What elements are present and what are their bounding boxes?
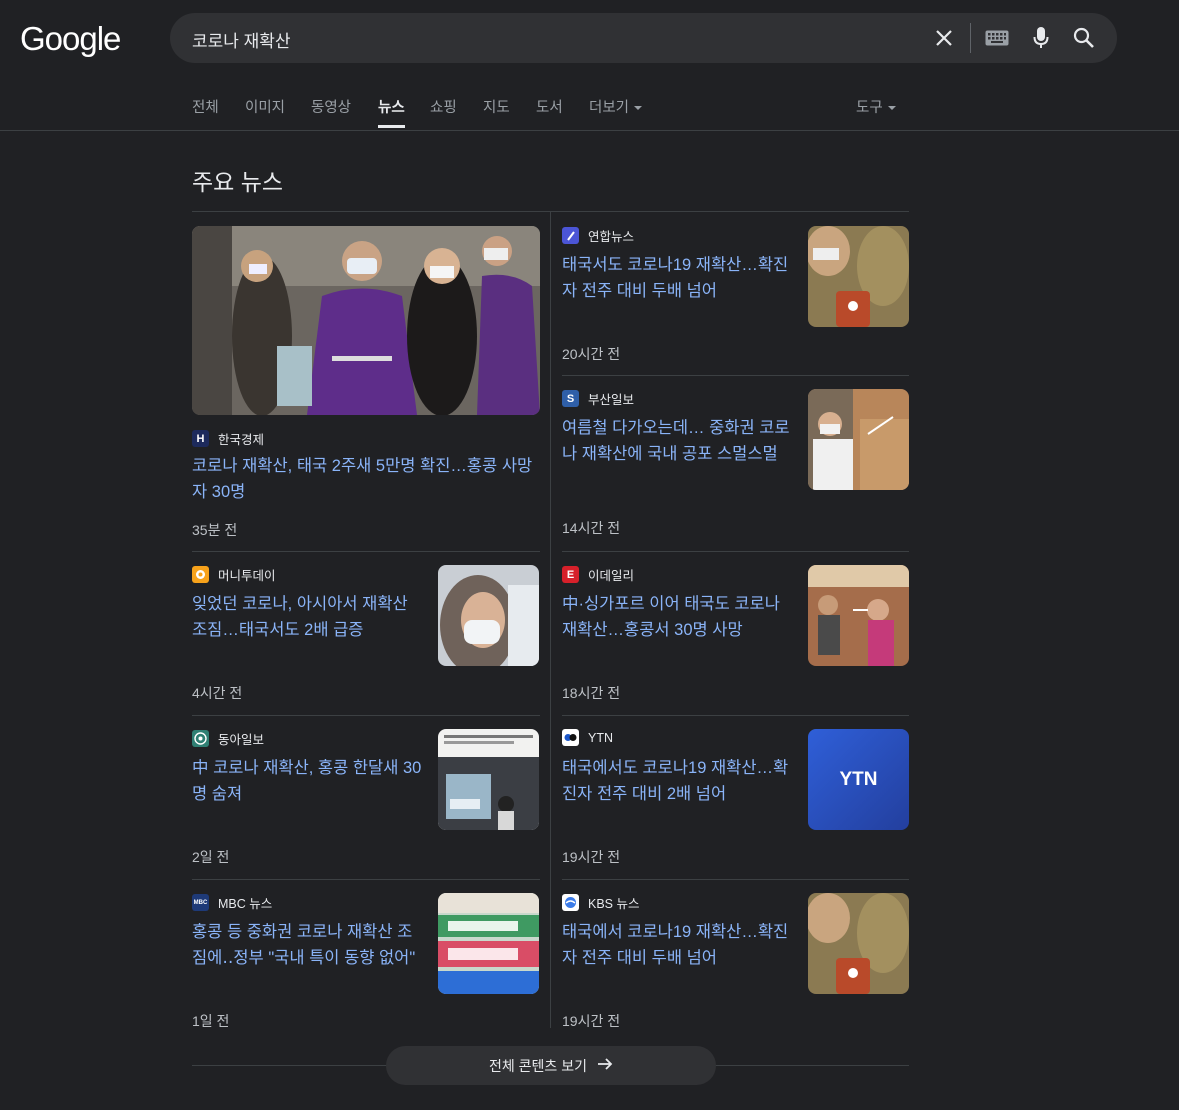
ytn-thumb-logo: YTN bbox=[839, 768, 878, 790]
featured-thumbnail[interactable] bbox=[192, 226, 540, 415]
source-name: 머니투데이 bbox=[218, 569, 276, 583]
row-divider bbox=[192, 551, 540, 552]
source-name: MBC 뉴스 bbox=[218, 897, 273, 911]
edaily-favicon: E bbox=[562, 566, 579, 583]
article-headline[interactable]: 中·싱가포르 이어 태국도 코로나 재확산…홍콩서 30명 사망 bbox=[562, 591, 794, 643]
clear-icon[interactable] bbox=[930, 24, 958, 52]
article-thumbnail[interactable] bbox=[438, 565, 539, 666]
article-thumbnail[interactable] bbox=[808, 565, 909, 666]
row-divider bbox=[562, 879, 909, 880]
article-card[interactable]: 동아일보 中 코로나 재확산, 홍콩 한달새 30명 숨져 2일 전 bbox=[192, 729, 540, 869]
article-time: 19시간 전 bbox=[562, 849, 621, 865]
article-card[interactable]: S 부산일보 여름철 다가오는데… 중화권 코로나 재확산에 국내 공포 스멀스… bbox=[562, 389, 909, 539]
section-title: 주요 뉴스 bbox=[192, 169, 284, 195]
source-name: YTN bbox=[588, 730, 613, 745]
source-name: 한국경제 bbox=[218, 433, 265, 447]
tab-more[interactable]: 더보기 bbox=[589, 96, 643, 117]
row-divider bbox=[192, 715, 540, 716]
article-thumbnail[interactable]: YTN bbox=[808, 729, 909, 830]
article-headline[interactable]: 中 코로나 재확산, 홍콩 한달새 30명 숨져 bbox=[192, 755, 432, 807]
article-thumbnail[interactable] bbox=[808, 893, 909, 994]
tools-button[interactable]: 도구 bbox=[856, 96, 896, 117]
mic-icon[interactable] bbox=[1027, 24, 1055, 52]
tabs-divider bbox=[0, 130, 1179, 131]
source-name: 연합뉴스 bbox=[588, 230, 635, 244]
moneytoday-favicon bbox=[192, 566, 209, 583]
article-time: 18시간 전 bbox=[562, 685, 621, 701]
article-source: MBC MBC 뉴스 bbox=[192, 893, 272, 912]
view-all-button[interactable]: 전체 콘텐츠 보기 bbox=[386, 1046, 716, 1085]
article-time: 20시간 전 bbox=[562, 346, 621, 362]
article-thumbnail[interactable] bbox=[808, 389, 909, 490]
kbs-favicon bbox=[562, 894, 579, 911]
row-divider bbox=[562, 551, 909, 552]
ytn-favicon bbox=[562, 729, 579, 746]
chevron-down-icon bbox=[634, 106, 643, 111]
article-card[interactable]: 머니투데이 잊었던 코로나, 아시아서 재확산 조짐…태국서도 2배 급증 4시… bbox=[192, 565, 540, 705]
view-all-label: 전체 콘텐츠 보기 bbox=[489, 1057, 587, 1074]
column-divider bbox=[550, 212, 551, 1028]
row-divider bbox=[562, 375, 909, 376]
tab-more-label: 더보기 bbox=[589, 100, 630, 116]
source-name: KBS 뉴스 bbox=[588, 897, 640, 911]
article-card[interactable]: 연합뉴스 태국서도 코로나19 재확산…확진자 전주 대비 두배 넘어 20시간… bbox=[562, 226, 909, 366]
search-icon[interactable] bbox=[1070, 24, 1098, 52]
tab-news[interactable]: 뉴스 bbox=[378, 96, 405, 128]
article-headline[interactable]: 태국서도 코로나19 재확산…확진자 전주 대비 두배 넘어 bbox=[562, 252, 794, 304]
article-thumbnail[interactable] bbox=[808, 226, 909, 327]
row-divider bbox=[192, 879, 540, 880]
article-thumbnail[interactable] bbox=[438, 729, 539, 830]
keyboard-icon[interactable] bbox=[983, 24, 1011, 52]
busan-favicon: S bbox=[562, 390, 579, 407]
article-time: 14시간 전 bbox=[562, 520, 621, 536]
chevron-down-icon bbox=[887, 106, 896, 111]
article-source: S 부산일보 bbox=[562, 389, 634, 408]
article-source: 머니투데이 bbox=[192, 565, 276, 584]
article-source: 연합뉴스 bbox=[562, 226, 634, 245]
yonhap-favicon bbox=[562, 227, 579, 244]
article-time: 19시간 전 bbox=[562, 1013, 621, 1029]
search-divider bbox=[970, 23, 971, 53]
article-thumbnail[interactable] bbox=[438, 893, 539, 994]
article-headline[interactable]: 태국에서 코로나19 재확산…확진자 전주 대비 두배 넘어 bbox=[562, 919, 794, 971]
google-logo[interactable]: Google bbox=[20, 20, 121, 58]
featured-article[interactable]: H 한국경제 코로나 재확산, 태국 2주새 5만명 확진…홍콩 사망자 30명… bbox=[192, 226, 540, 541]
article-headline[interactable]: 코로나 재확산, 태국 2주새 5만명 확진…홍콩 사망자 30명 bbox=[192, 453, 540, 505]
article-time: 2일 전 bbox=[192, 849, 230, 865]
donga-favicon bbox=[192, 730, 209, 747]
tab-all[interactable]: 전체 bbox=[192, 96, 219, 117]
article-time: 4시간 전 bbox=[192, 685, 243, 701]
row-divider bbox=[562, 715, 909, 716]
tab-shopping[interactable]: 쇼핑 bbox=[430, 96, 457, 117]
article-time: 1일 전 bbox=[192, 1013, 230, 1029]
mbc-favicon: MBC bbox=[192, 894, 209, 911]
source-name: 이데일리 bbox=[588, 569, 635, 583]
article-source: 동아일보 bbox=[192, 729, 264, 748]
article-card[interactable]: KBS 뉴스 태국에서 코로나19 재확산…확진자 전주 대비 두배 넘어 19… bbox=[562, 893, 909, 1033]
search-bar[interactable]: 코로나 재확산 bbox=[170, 13, 1117, 63]
article-headline[interactable]: 태국에서도 코로나19 재확산…확진자 전주 대비 2배 넘어 bbox=[562, 755, 794, 807]
article-time: 35분 전 bbox=[192, 522, 238, 538]
source-name: 부산일보 bbox=[588, 393, 635, 407]
tools-label: 도구 bbox=[856, 100, 883, 116]
tab-books[interactable]: 도서 bbox=[536, 96, 563, 117]
article-source: E 이데일리 bbox=[562, 565, 634, 584]
article-card[interactable]: E 이데일리 中·싱가포르 이어 태국도 코로나 재확산…홍콩서 30명 사망 … bbox=[562, 565, 909, 705]
hankyung-favicon: H bbox=[192, 430, 209, 447]
tab-videos[interactable]: 동영상 bbox=[311, 96, 351, 117]
article-headline[interactable]: 여름철 다가오는데… 중화권 코로나 재확산에 국내 공포 스멀스멀 bbox=[562, 415, 794, 467]
article-source: YTN bbox=[562, 729, 613, 746]
article-headline[interactable]: 홍콩 등 중화권 코로나 재확산 조짐에‥정부 "국내 특이 동향 없어" bbox=[192, 919, 424, 971]
source-name: 동아일보 bbox=[218, 733, 265, 747]
tab-maps[interactable]: 지도 bbox=[483, 96, 510, 117]
arrow-right-icon bbox=[597, 1057, 613, 1074]
article-source: H 한국경제 bbox=[192, 429, 264, 448]
article-card[interactable]: YTN 태국에서도 코로나19 재확산…확진자 전주 대비 2배 넘어 19시간… bbox=[562, 729, 909, 869]
article-card[interactable]: MBC MBC 뉴스 홍콩 등 중화권 코로나 재확산 조짐에‥정부 "국내 특… bbox=[192, 893, 540, 1033]
article-headline[interactable]: 잊었던 코로나, 아시아서 재확산 조짐…태국서도 2배 급증 bbox=[192, 591, 424, 643]
article-source: KBS 뉴스 bbox=[562, 893, 640, 912]
tab-images[interactable]: 이미지 bbox=[245, 96, 285, 117]
search-input[interactable]: 코로나 재확산 bbox=[192, 27, 291, 52]
